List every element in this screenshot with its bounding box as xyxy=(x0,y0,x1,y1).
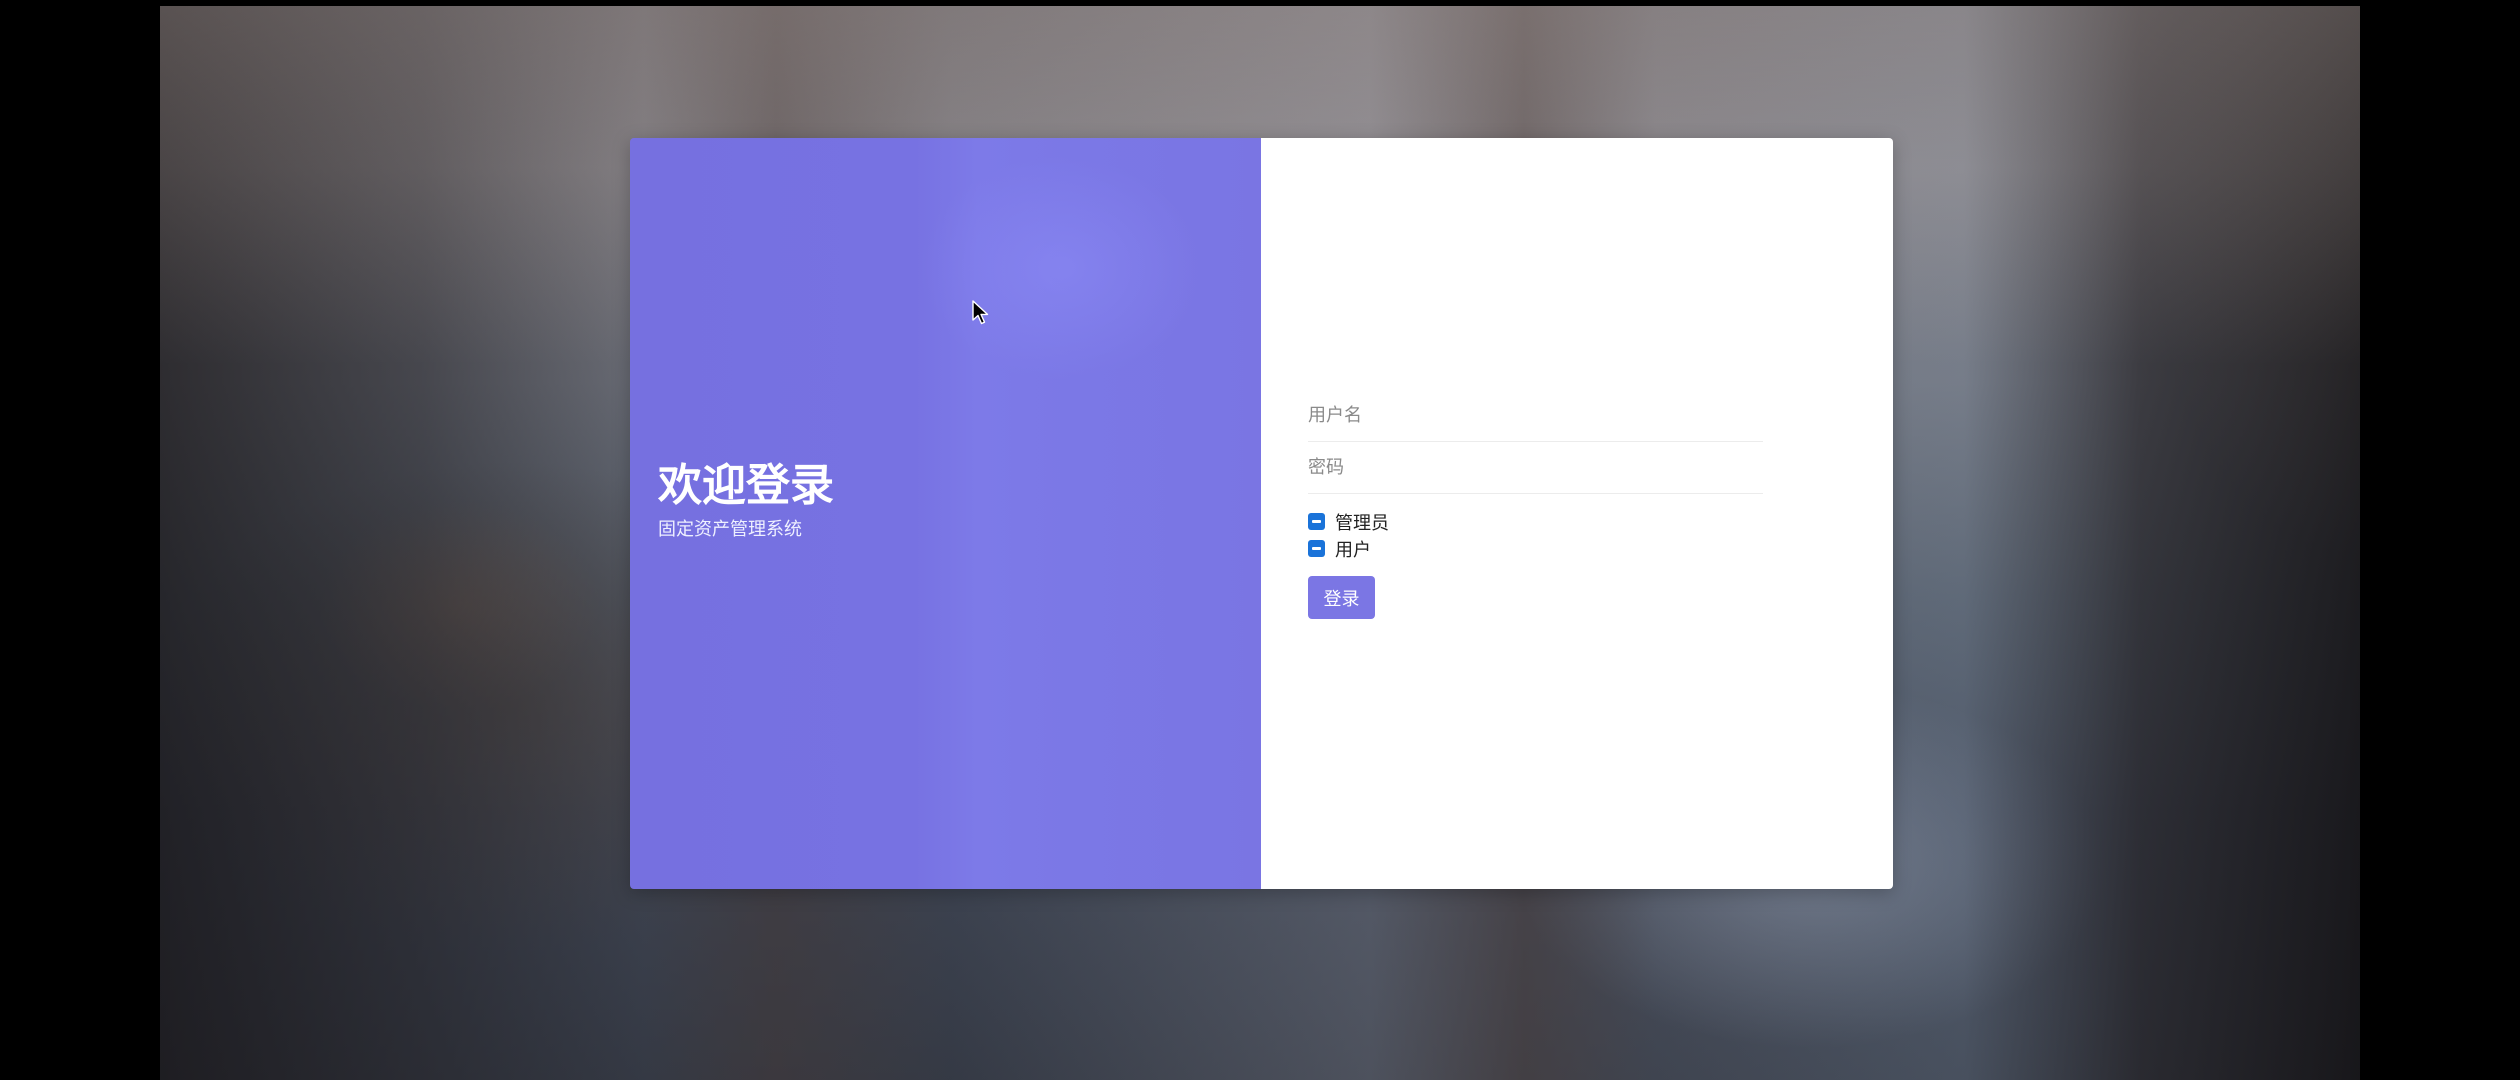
system-subtitle: 固定资产管理系统 xyxy=(658,519,802,540)
role-label-admin: 管理员 xyxy=(1335,512,1389,534)
login-form: 管理员 用户 登录 xyxy=(1308,390,1763,619)
checkbox-indeterminate-icon[interactable] xyxy=(1308,513,1325,530)
login-form-panel: 管理员 用户 登录 xyxy=(1261,138,1893,889)
checkbox-indeterminate-icon[interactable] xyxy=(1308,540,1325,557)
welcome-panel: 欢迎登录 固定资产管理系统 xyxy=(630,138,1261,889)
username-input[interactable] xyxy=(1308,390,1763,442)
login-button[interactable]: 登录 xyxy=(1308,576,1375,619)
welcome-title: 欢迎登录 xyxy=(658,460,834,511)
role-option-admin[interactable]: 管理员 xyxy=(1308,508,1763,535)
role-selector: 管理员 用户 xyxy=(1308,508,1763,562)
login-card: 欢迎登录 固定资产管理系统 管理员 用户 登录 xyxy=(630,138,1893,889)
mouse-pointer-icon xyxy=(972,300,989,325)
role-label-user: 用户 xyxy=(1335,539,1371,561)
password-input[interactable] xyxy=(1308,442,1763,494)
role-option-user[interactable]: 用户 xyxy=(1308,535,1763,562)
welcome-block: 欢迎登录 固定资产管理系统 xyxy=(658,460,834,542)
